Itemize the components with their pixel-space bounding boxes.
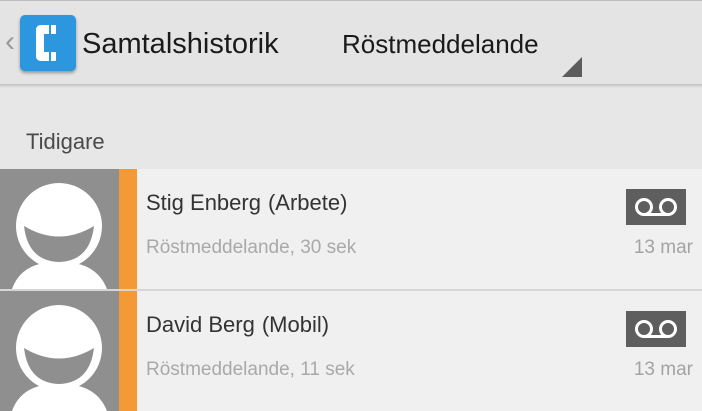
voicemail-icon[interactable] [626,189,686,225]
dropdown-triangle-icon [562,57,582,77]
section-header: Tidigare [26,129,105,154]
contact-name: Stig Enberg (Arbete) [146,189,347,217]
call-date: 13 mar [633,359,693,380]
contact-avatar-icon[interactable] [0,291,119,411]
number-type-label: (Mobil) [261,312,330,337]
phone-app-icon[interactable] [20,15,76,71]
contact-avatar-icon[interactable] [0,169,119,289]
call-detail: Röstmeddelande, 30 sek [146,237,357,258]
action-bar-shadow [0,84,702,88]
contact-name-text: David Berg [146,312,255,337]
row-accent-bar [119,291,137,411]
call-log-row[interactable]: David Berg (Mobil) Röstmeddelande, 11 sek… [0,291,702,411]
voicemail-icon[interactable] [626,311,686,347]
action-bar: ‹ Samtalshistorik Röstmeddelande [0,0,702,84]
call-filter-dropdown[interactable]: Röstmeddelande [330,15,582,77]
call-detail: Röstmeddelande, 11 sek [146,359,355,380]
contact-name-text: Stig Enberg [146,190,261,215]
contact-name: David Berg (Mobil) [146,311,329,339]
call-log-row[interactable]: Stig Enberg (Arbete) Röstmeddelande, 30 s… [0,169,702,289]
page-title: Samtalshistorik [82,28,279,60]
call-filter-selected: Röstmeddelande [342,29,539,59]
number-type-label: (Arbete) [267,190,348,215]
call-date: 13 mar [633,237,693,258]
up-caret-icon[interactable]: ‹ [5,27,15,57]
row-accent-bar [119,169,137,289]
